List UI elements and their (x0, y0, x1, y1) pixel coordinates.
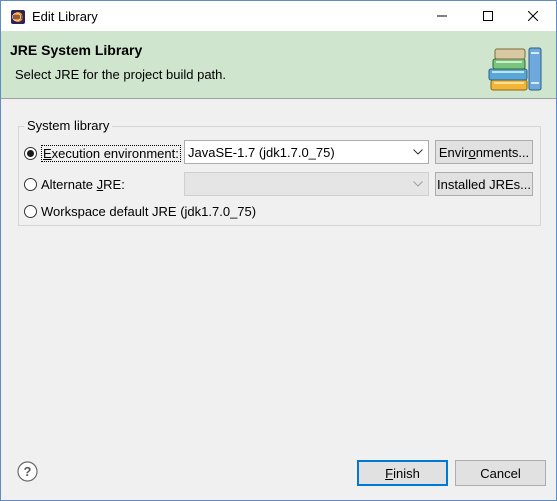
alternate-jre-combo[interactable] (184, 172, 429, 196)
chevron-down-icon[interactable] (408, 173, 428, 195)
window-title: Edit Library (32, 9, 98, 24)
edit-library-dialog: Edit Library JRE System Library Select J… (0, 0, 557, 501)
radio-button-selected[interactable] (24, 147, 37, 160)
banner-title: JRE System Library (10, 42, 143, 58)
chevron-down-icon[interactable] (408, 141, 428, 163)
close-icon (528, 11, 538, 21)
radio-button[interactable] (24, 178, 37, 191)
maximize-icon (483, 11, 493, 21)
execution-environment-combo[interactable]: JavaSE-1.7 (jdk1.7.0_75) (184, 140, 429, 164)
library-books-icon (488, 47, 542, 91)
maximize-button[interactable] (465, 1, 511, 31)
finish-button[interactable]: Finish (357, 460, 448, 486)
cancel-button[interactable]: Cancel (455, 460, 546, 486)
svg-text:?: ? (24, 464, 32, 479)
execution-environment-radio[interactable]: Execution environment: (24, 145, 181, 162)
eclipse-app-icon (11, 10, 25, 24)
workspace-default-jre-label: Workspace default JRE (jdk1.7.0_75) (41, 204, 257, 219)
execution-environment-value: JavaSE-1.7 (jdk1.7.0_75) (188, 144, 335, 160)
banner-description: Select JRE for the project build path. (15, 67, 227, 82)
minimize-icon (437, 15, 447, 17)
alternate-jre-label: Alternate JRE: (41, 177, 125, 192)
group-label: System library (24, 118, 113, 133)
title-bar[interactable]: Edit Library (1, 1, 556, 31)
minimize-button[interactable] (419, 1, 465, 31)
environments-button[interactable]: Envir o nments... (435, 140, 533, 164)
close-button[interactable] (510, 1, 556, 31)
workspace-default-jre-radio[interactable]: Workspace default JRE (jdk1.7.0_75) (24, 204, 256, 219)
wizard-banner: JRE System Library Select JRE for the pr… (1, 31, 556, 99)
radio-button[interactable] (24, 205, 37, 218)
installed-jres-button[interactable]: Installed JREs... (435, 172, 533, 196)
help-icon[interactable]: ? (17, 461, 38, 482)
execution-environment-label: Execution environment: (41, 145, 181, 162)
alternate-jre-radio[interactable]: Alternate JRE: (24, 177, 125, 192)
